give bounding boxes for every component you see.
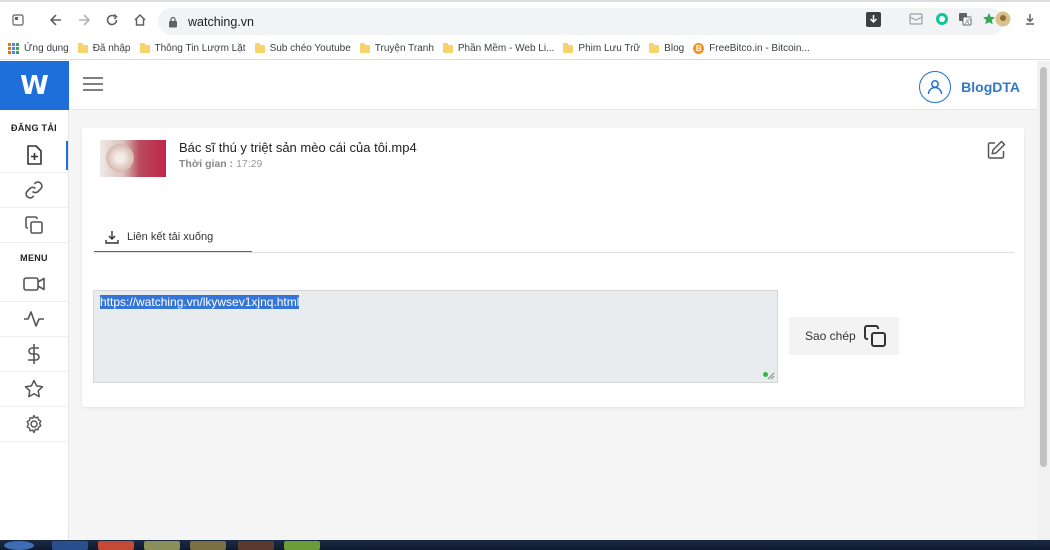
bitcoin-icon: B bbox=[693, 43, 705, 54]
sidebar: W ĐĂNG TẢI MENU bbox=[0, 61, 69, 540]
sidebar-item-upload-link[interactable] bbox=[0, 173, 68, 208]
bookmark-label: Truyện Tranh bbox=[374, 43, 434, 54]
hamburger-menu-icon[interactable] bbox=[83, 76, 103, 92]
feather-extension-icon[interactable] bbox=[961, 12, 975, 26]
url-text: watching.vn bbox=[188, 14, 255, 29]
site-logo[interactable]: W bbox=[0, 61, 69, 110]
folder-icon bbox=[442, 42, 453, 53]
video-card: Bác sĩ thú y triệt sản mèo cái của tôi.m… bbox=[82, 128, 1024, 407]
duration-label: Thời gian : bbox=[179, 158, 234, 170]
download-link-textarea[interactable]: https://watching.vn/lkywsev1xjnq.html bbox=[93, 290, 778, 383]
sidebar-item-settings[interactable] bbox=[0, 407, 68, 442]
video-camera-icon bbox=[23, 276, 45, 292]
bookmark-label: FreeBitco.in - Bitcoin... bbox=[709, 43, 810, 54]
bookmark-folder[interactable]: Đã nhập bbox=[77, 42, 131, 54]
sidebar-item-upload-file[interactable] bbox=[0, 138, 68, 173]
bookmark-folder[interactable]: Blog bbox=[649, 42, 685, 54]
link-text: https://watching.vn/lkywsev1xjnq.html bbox=[100, 295, 300, 309]
bookmarks-bar: Ứng dụng Đã nhập Thông Tin Lượm Lặt Sub … bbox=[0, 38, 1050, 60]
forward-arrow-icon[interactable] bbox=[70, 6, 98, 34]
download-icon bbox=[105, 230, 119, 244]
tab-search-icon[interactable] bbox=[4, 6, 32, 34]
star-icon bbox=[24, 379, 44, 399]
start-button[interactable] bbox=[4, 541, 34, 550]
copy-button[interactable]: Sao chép bbox=[789, 317, 899, 355]
apps-grid-icon bbox=[8, 43, 19, 54]
sidebar-item-earnings[interactable] bbox=[0, 337, 68, 372]
copy-icon bbox=[24, 215, 44, 235]
username: BlogDTA bbox=[961, 79, 1020, 95]
profile-avatar-icon[interactable] bbox=[995, 11, 1011, 27]
sidebar-section-menu: MENU bbox=[20, 253, 48, 263]
app-container: W ĐĂNG TẢI MENU BlogDTA Bác sĩ thú y tri… bbox=[0, 61, 1050, 540]
folder-icon bbox=[254, 42, 265, 53]
scrollbar-thumb[interactable] bbox=[1040, 67, 1047, 467]
folder-icon bbox=[359, 42, 370, 53]
tab-download-link[interactable]: Liên kết tải xuống bbox=[94, 223, 252, 253]
folder-icon bbox=[139, 42, 150, 53]
folder-icon bbox=[649, 42, 660, 53]
taskbar-app[interactable] bbox=[284, 541, 320, 550]
home-icon[interactable] bbox=[126, 6, 154, 34]
bookmark-label: Sub chéo Youtube bbox=[269, 43, 351, 54]
sidebar-item-videos[interactable] bbox=[0, 267, 68, 302]
user-menu[interactable]: BlogDTA bbox=[919, 71, 1020, 103]
video-duration: Thời gian : 17:29 bbox=[179, 158, 262, 170]
browser-toolbar: watching.vn A bbox=[0, 0, 1050, 38]
grammarly-extension-icon[interactable] bbox=[935, 12, 949, 26]
taskbar-app[interactable] bbox=[144, 541, 180, 550]
os-taskbar bbox=[0, 540, 1050, 550]
user-avatar-icon bbox=[919, 71, 952, 103]
downloads-icon[interactable] bbox=[1023, 12, 1037, 26]
bookmark-folder[interactable]: Thông Tin Lượm Lặt bbox=[139, 42, 246, 54]
taskbar-app[interactable] bbox=[52, 541, 88, 550]
dollar-icon bbox=[27, 343, 41, 365]
tab-label: Liên kết tải xuống bbox=[127, 231, 214, 243]
gear-icon bbox=[24, 414, 44, 434]
bookmark-label: Phần Mềm - Web Li... bbox=[457, 43, 555, 54]
bookmark-label: Blog bbox=[664, 43, 685, 54]
file-plus-icon bbox=[25, 145, 43, 165]
activity-icon bbox=[23, 310, 45, 328]
copy-button-label: Sao chép bbox=[805, 329, 856, 343]
folder-icon bbox=[563, 42, 574, 53]
copy-icon bbox=[863, 324, 887, 348]
bookmark-folder[interactable]: Phim Lưu Trữ bbox=[563, 42, 641, 54]
page-scrollbar[interactable] bbox=[1037, 61, 1050, 540]
bookmark-folder[interactable]: Truyện Tranh bbox=[359, 42, 434, 54]
video-thumbnail[interactable] bbox=[100, 140, 166, 177]
bookmark-label: Phim Lưu Trữ bbox=[578, 43, 641, 54]
duration-value: 17:29 bbox=[236, 158, 263, 170]
back-arrow-icon[interactable] bbox=[42, 6, 70, 34]
sidebar-section-upload: ĐĂNG TẢI bbox=[11, 123, 57, 133]
download-extension-icon[interactable] bbox=[866, 11, 881, 27]
link-icon bbox=[24, 180, 44, 200]
taskbar-app[interactable] bbox=[190, 541, 226, 550]
mail-extension-icon[interactable] bbox=[909, 12, 923, 26]
video-title: Bác sĩ thú y triệt sản mèo cái của tôi.m… bbox=[179, 140, 417, 155]
bookmark-apps[interactable]: Ứng dụng bbox=[8, 43, 69, 54]
edit-icon[interactable] bbox=[987, 140, 1006, 159]
tab-divider bbox=[94, 252, 1014, 253]
bookmark-label: Đã nhập bbox=[92, 43, 131, 54]
bookmark-folder[interactable]: Sub chéo Youtube bbox=[254, 42, 351, 54]
bookmark-label: Ứng dụng bbox=[24, 43, 69, 54]
bookmark-label: Thông Tin Lượm Lặt bbox=[154, 43, 246, 54]
resize-handle-icon[interactable] bbox=[767, 372, 775, 380]
bookmark-folder[interactable]: Phần Mềm - Web Li... bbox=[442, 42, 555, 54]
sidebar-item-upload-copy[interactable] bbox=[0, 208, 68, 243]
taskbar-app[interactable] bbox=[98, 541, 134, 550]
sidebar-item-statistics[interactable] bbox=[0, 302, 68, 337]
reload-icon[interactable] bbox=[98, 6, 126, 34]
bookmark-freebitcoin[interactable]: B FreeBitco.in - Bitcoin... bbox=[693, 43, 810, 54]
lock-icon bbox=[168, 16, 178, 28]
folder-icon bbox=[77, 42, 88, 53]
top-header: BlogDTA bbox=[69, 61, 1050, 110]
sidebar-item-favorites[interactable] bbox=[0, 372, 68, 407]
taskbar-app[interactable] bbox=[238, 541, 274, 550]
